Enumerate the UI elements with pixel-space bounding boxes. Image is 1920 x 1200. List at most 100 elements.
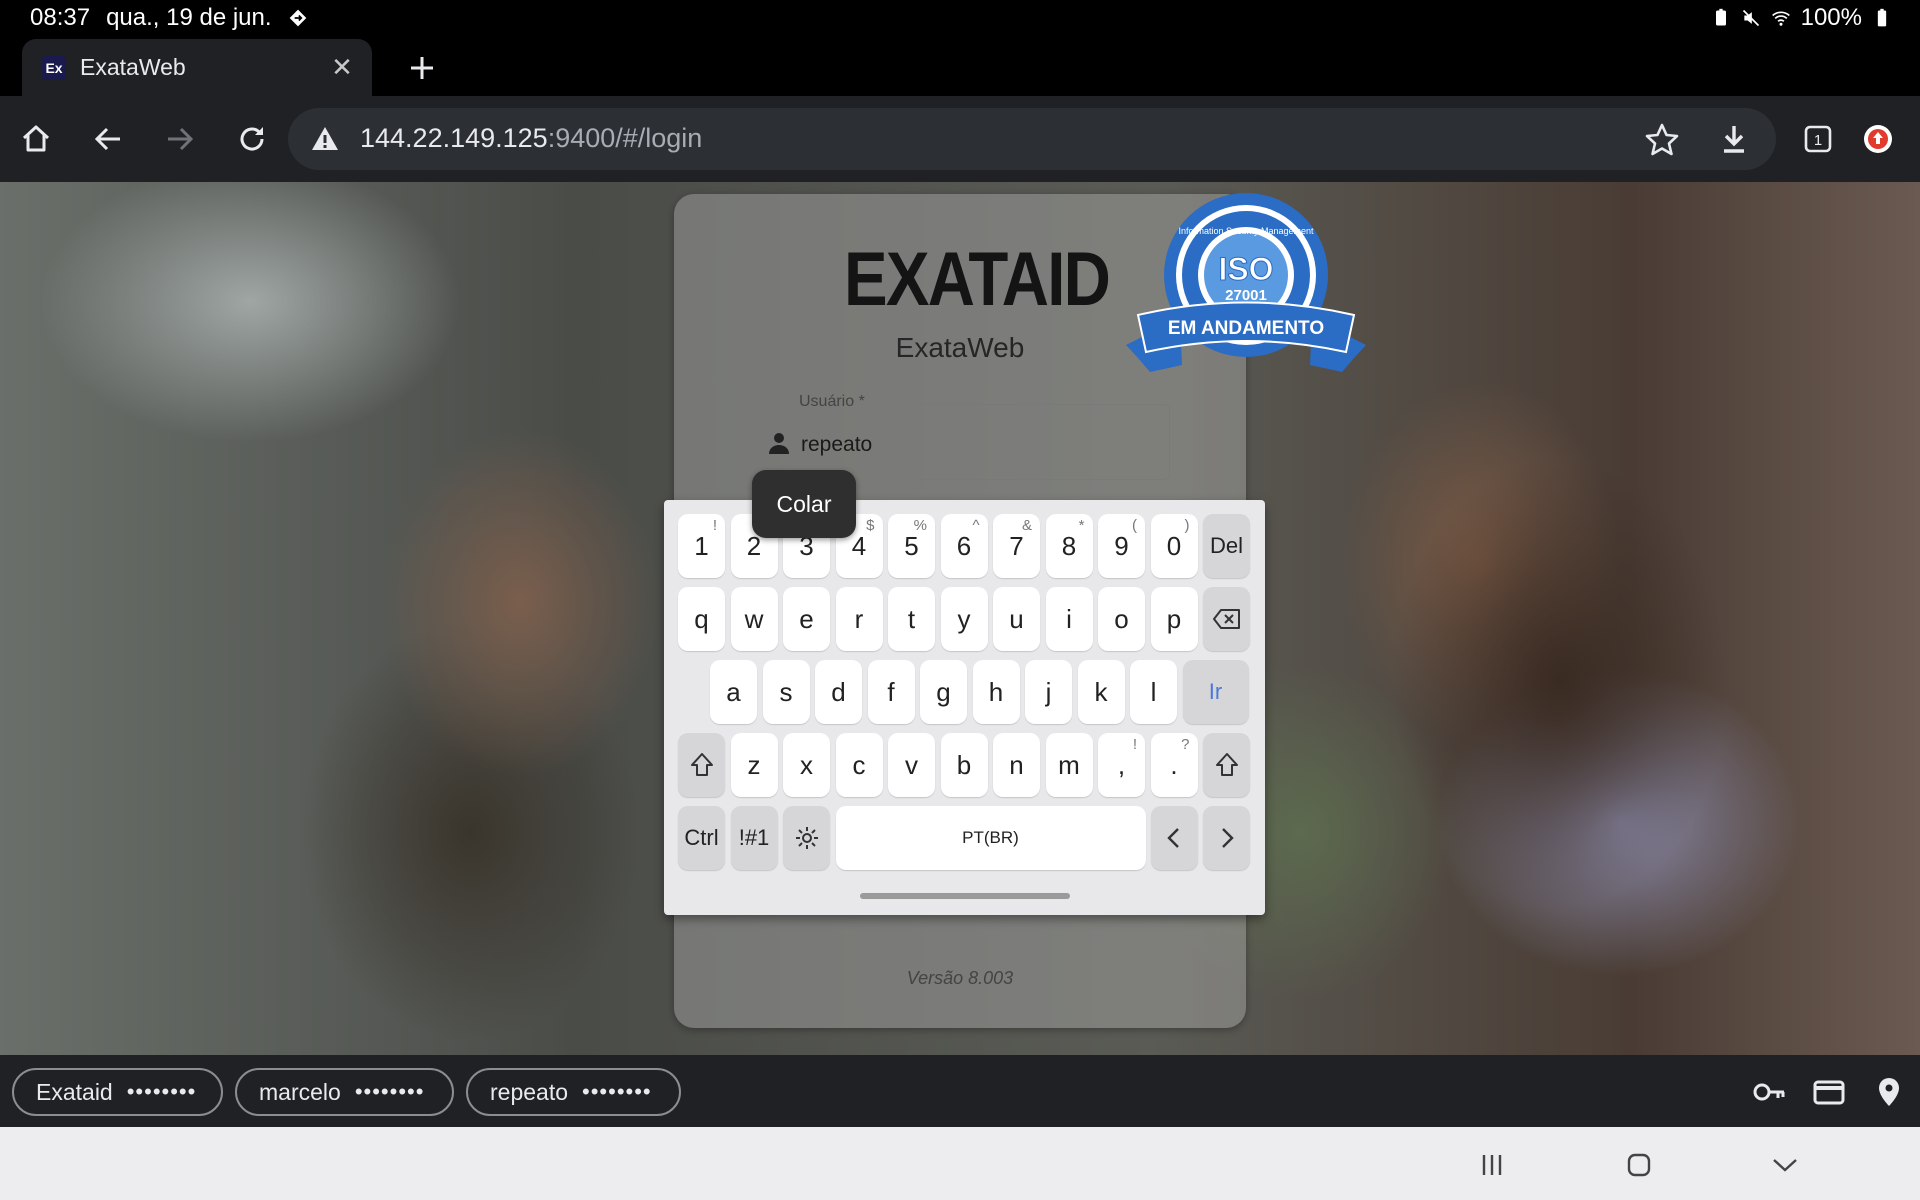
key-t[interactable]: t (888, 587, 935, 651)
shift-left-key[interactable] (678, 733, 725, 797)
key-i[interactable]: i (1045, 587, 1093, 651)
forward-button[interactable] (155, 114, 205, 164)
bookmark-star-icon[interactable] (1642, 120, 1682, 160)
key-h[interactable]: h (972, 660, 1020, 724)
key-z[interactable]: z (730, 733, 778, 797)
key-g[interactable]: g (920, 660, 967, 724)
profile-update-button[interactable] (1853, 114, 1903, 164)
shift-right-key[interactable] (1203, 733, 1250, 797)
key-5[interactable]: 5% (888, 514, 935, 578)
key-label: r (854, 603, 864, 634)
key-period[interactable]: .? (1150, 733, 1198, 797)
key-q[interactable]: q (678, 587, 725, 651)
ctrl-key[interactable]: Ctrl (678, 806, 725, 870)
delete-key[interactable]: Del (1203, 514, 1250, 578)
key-y[interactable]: y (940, 587, 988, 651)
username-label: Usuário * (799, 393, 865, 410)
key-f[interactable]: f (867, 660, 915, 724)
key-a[interactable]: a (710, 660, 757, 724)
autofill-chip-repeato[interactable]: repeato •••••••• (466, 1068, 681, 1116)
key-0[interactable]: 0) (1150, 514, 1198, 578)
status-bar: 08:37 qua., 19 de jun. 100% (0, 0, 1920, 36)
key-b[interactable]: b (940, 733, 988, 797)
key-comma[interactable]: ,! (1098, 733, 1145, 797)
chevron-right-icon (1221, 828, 1234, 848)
tab-exataweb[interactable]: Ex ExataWeb ✕ (22, 39, 372, 96)
key-v[interactable]: v (888, 733, 935, 797)
key-label: Del (1209, 533, 1243, 558)
close-tab-icon[interactable]: ✕ (324, 50, 360, 86)
cursor-right-key[interactable] (1203, 806, 1250, 870)
key-label: t (907, 603, 916, 634)
key-e[interactable]: e (783, 587, 830, 651)
home-nav-button[interactable] (1619, 1145, 1659, 1185)
paste-popup[interactable]: Colar (752, 470, 856, 538)
key-w[interactable]: w (730, 587, 778, 651)
location-pin-icon[interactable] (1872, 1075, 1906, 1109)
key-8[interactable]: 8 * (1045, 514, 1093, 578)
key-label: i (1066, 603, 1072, 634)
badge-ribbon-text: EM ANDAMENTO (1168, 318, 1324, 339)
key-x[interactable]: x (783, 733, 830, 797)
key-alt-label: ! (712, 517, 717, 534)
go-key[interactable]: Ir (1182, 660, 1249, 724)
key-label: g (936, 676, 951, 707)
hide-keyboard-button[interactable] (1765, 1145, 1805, 1185)
autofill-chip-marcelo[interactable]: marcelo •••••••• (235, 1068, 454, 1116)
autofill-chip-exataid[interactable]: Exataid •••••••• (12, 1068, 223, 1116)
mute-icon (1742, 9, 1759, 27)
svg-text:Information Security Managemen: Information Security Management (1178, 226, 1314, 236)
key-m[interactable]: m (1045, 733, 1093, 797)
username-field[interactable]: Usuário * repeato (750, 393, 1170, 480)
key-n[interactable]: n (993, 733, 1040, 797)
web-page: EXATAID ExataWeb Usuário * repeato Versã… (0, 182, 1920, 1055)
key-c[interactable]: c (835, 733, 883, 797)
key-s[interactable]: s (762, 660, 810, 724)
symbols-key[interactable]: !#1 (730, 806, 778, 870)
chip-password-mask: •••••••• (126, 1079, 197, 1104)
key-1[interactable]: 1! (678, 514, 725, 578)
key-label: b (956, 749, 972, 780)
backspace-icon (1212, 609, 1240, 629)
tab-switcher-button[interactable]: 1 (1793, 114, 1843, 164)
key-icon[interactable] (1752, 1075, 1786, 1109)
key-d[interactable]: d (815, 660, 862, 724)
back-button[interactable] (83, 114, 133, 164)
key-alt-label: % (913, 517, 927, 534)
cursor-left-key[interactable] (1150, 806, 1198, 870)
settings-key[interactable] (783, 806, 830, 870)
new-tab-button[interactable] (400, 46, 444, 90)
update-icon (1864, 125, 1892, 153)
key-label: c (852, 749, 866, 780)
space-key[interactable]: PT(BR) (835, 806, 1146, 870)
key-alt-label: ! (1132, 736, 1137, 753)
key-k[interactable]: k (1077, 660, 1125, 724)
key-7[interactable]: 7 & (993, 514, 1040, 578)
credit-card-icon[interactable] (1812, 1075, 1846, 1109)
address-bar[interactable]: 144.22.149.125:9400/#/login (288, 108, 1776, 170)
key-label: x (800, 749, 813, 780)
key-alt-label: ^ (972, 517, 980, 534)
key-j[interactable]: j (1025, 660, 1072, 724)
not-secure-warning-icon[interactable] (310, 124, 340, 154)
key-label: u (1009, 603, 1024, 634)
key-r[interactable]: r (835, 587, 883, 651)
key-o[interactable]: o (1098, 587, 1145, 651)
home-button[interactable] (11, 114, 61, 164)
svg-text:27001: 27001 (1225, 287, 1267, 304)
key-p[interactable]: p (1150, 587, 1198, 651)
key-u[interactable]: u (993, 587, 1040, 651)
download-icon[interactable] (1714, 120, 1754, 160)
key-l[interactable]: l (1130, 660, 1177, 724)
key-6[interactable]: 6 ^ (940, 514, 988, 578)
keyboard-drag-handle[interactable] (860, 893, 1070, 899)
key-label: 9 (1114, 530, 1129, 561)
key-9[interactable]: 9( (1098, 514, 1145, 578)
key-label: q (694, 603, 709, 634)
key-label: 6 (956, 530, 972, 561)
reload-button[interactable] (227, 114, 277, 164)
recents-button[interactable] (1472, 1145, 1512, 1185)
backspace-key[interactable] (1203, 587, 1250, 651)
url-text[interactable]: 144.22.149.125:9400/#/login (360, 123, 702, 154)
iso-27001-badge: Information Security Management ISO 2700… (1126, 193, 1366, 372)
